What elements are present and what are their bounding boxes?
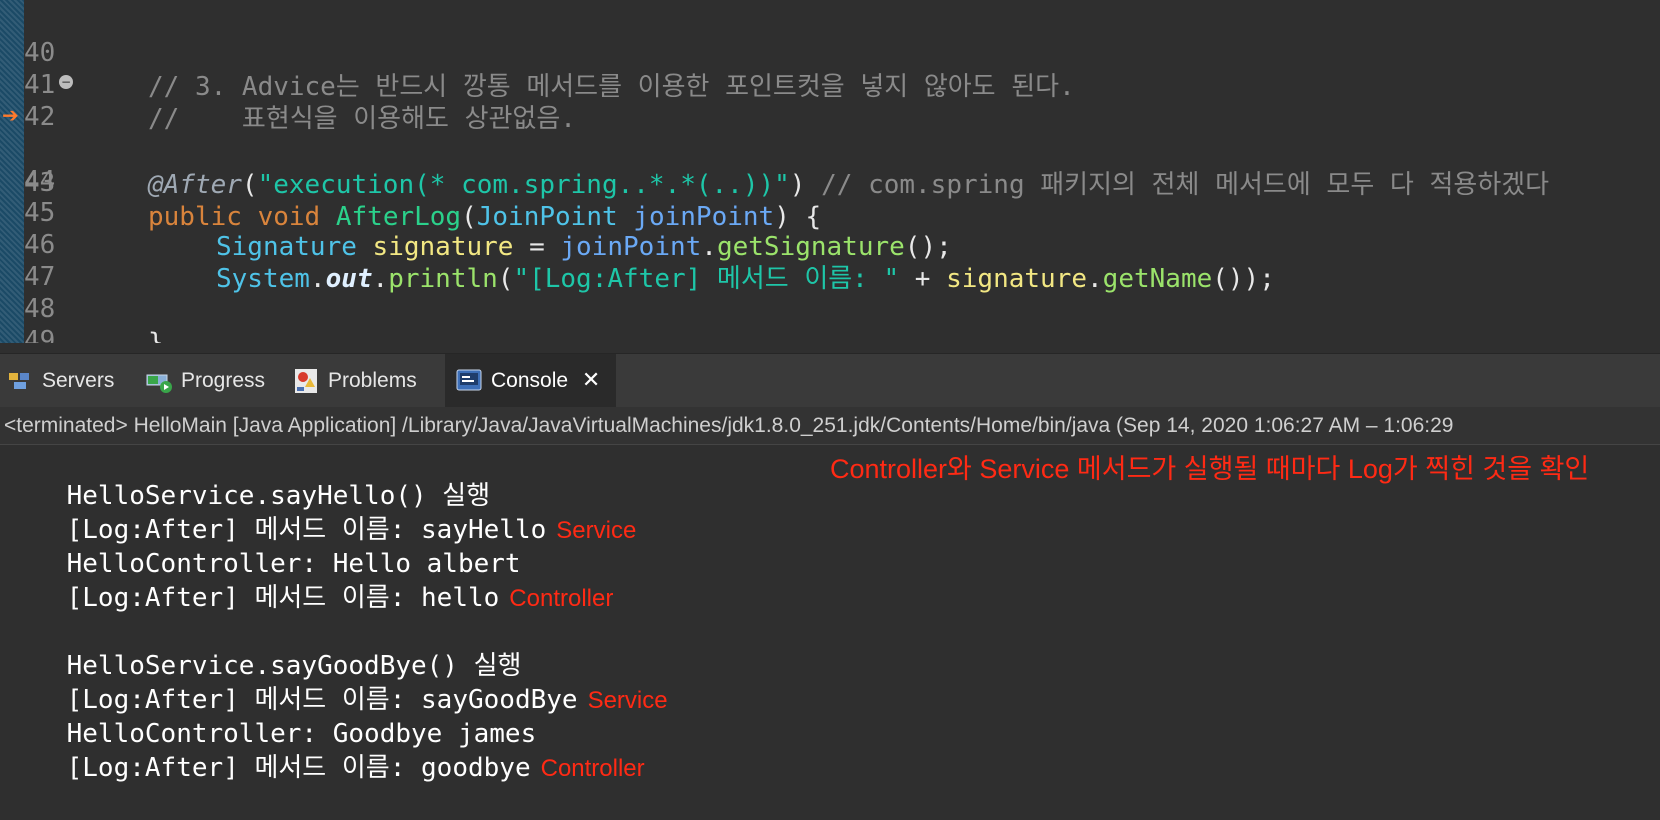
tab-console[interactable]: Console ✕	[445, 354, 617, 408]
code-punct: ) {	[774, 202, 822, 232]
annotation-note: Service	[587, 687, 668, 714]
debug-arrow-icon[interactable]: ➔	[2, 104, 24, 126]
string-literal: "execution(* com.spring..*.*(..))"	[257, 170, 790, 200]
code-punct: (	[461, 202, 477, 232]
method-call: getName	[1102, 264, 1213, 294]
console-text: [Log:After] 메서드 이름: hello	[66, 583, 500, 613]
console-line: [Log:After] 메서드 이름: sayHello Service	[4, 479, 637, 545]
variable: signature	[946, 264, 1088, 294]
code-punct: (	[241, 170, 258, 200]
type-name: Signature	[216, 232, 357, 262]
code-punct: .	[309, 264, 326, 294]
code-brace: }	[148, 328, 164, 343]
code-line-48: 48 }	[0, 258, 164, 343]
console-line: [Log:After] 메서드 이름: goodbye Controller	[4, 717, 645, 783]
type-name: System	[216, 264, 310, 294]
code-punct: .	[701, 232, 717, 262]
method-name: AfterLog	[335, 202, 462, 232]
console-line: [Log:After] 메서드 이름: sayGoodBye Service	[4, 649, 668, 715]
tab-label: Progress	[181, 369, 266, 392]
code-punct: =	[513, 232, 561, 262]
tab-label: Console	[491, 369, 569, 392]
console-icon	[455, 367, 483, 395]
console-line: HelloService.sayGoodBye() 실행	[4, 615, 522, 681]
code-comment: // 표현식을 이용해도 상관없음.	[148, 104, 576, 134]
annotation-headline: Controller와 Service 메서드가 실행될 때마다 Log가 찍힌…	[830, 454, 1590, 484]
code-punct: ();	[904, 232, 952, 262]
code-line-44: 44	[0, 130, 63, 196]
code-line-46: 46 System.out.println("[Log:After] 메서드 이…	[0, 194, 1275, 294]
servers-icon	[6, 367, 34, 395]
console-output[interactable]: Controller와 Service 메서드가 실행될 때마다 Log가 찍힌…	[0, 445, 1660, 783]
code-line-43: ➔ 43 public void AfterLog(JoinPoint join…	[0, 98, 821, 232]
method-call: getSignature	[716, 232, 905, 262]
code-line-42: 42 − @After("execution(* com.spring..*.*…	[0, 66, 1549, 200]
console-status-line: <terminated> HelloMain [Java Application…	[0, 407, 1660, 445]
string-literal: "[Log:After] 메서드 이름: "	[513, 264, 900, 294]
code-comment: // 3. Advice는 반드시 깡통 메서드를 이용한 포인트컷을 넣지 않…	[148, 72, 1075, 102]
code-punct: +	[899, 264, 947, 294]
view-tab-bar: Servers Progress Problems Console ✕	[0, 353, 1660, 408]
parameter: joinPoint	[633, 202, 775, 232]
code-line-49: 49	[0, 290, 63, 343]
annotation-note: Service	[556, 517, 637, 544]
code-line-41: 41 // 표현식을 이용해도 상관없음.	[0, 34, 576, 134]
code-punct: .	[372, 264, 389, 294]
annotation: @After	[148, 170, 242, 200]
code-punct: ());	[1212, 264, 1275, 294]
progress-icon	[145, 367, 173, 395]
code-punct: .	[1087, 264, 1103, 294]
console-line: HelloController: Hello albert	[4, 513, 521, 579]
code-line-45: 45 Signature signature = joinPoint.getSi…	[0, 162, 952, 262]
tab-progress[interactable]: Progress	[145, 354, 265, 408]
annotation-note: Controller	[540, 755, 645, 782]
code-editor[interactable]: 40 // 3. Advice는 반드시 깡통 메서드를 이용한 포인트컷을 넣…	[0, 0, 1660, 343]
tab-problems[interactable]: Problems	[292, 354, 417, 408]
method-call: println	[388, 264, 498, 294]
code-line-47: 47	[0, 226, 63, 292]
console-text: [Log:After] 메서드 이름: goodbye	[66, 753, 531, 783]
problems-icon	[292, 367, 320, 395]
tab-servers[interactable]: Servers	[6, 354, 114, 408]
console-line: HelloController: Goodbye james	[4, 683, 537, 749]
close-icon[interactable]: ✕	[580, 370, 602, 392]
variable: signature	[372, 232, 514, 262]
code-punct: )	[789, 170, 806, 200]
keyword: void	[257, 202, 321, 232]
tab-label: Servers	[42, 369, 115, 392]
keyword: public	[148, 202, 242, 232]
tab-label: Problems	[328, 369, 417, 392]
annotation-note: Controller	[509, 585, 614, 612]
code-punct: (	[497, 264, 514, 294]
console-line: [Log:After] 메서드 이름: hello Controller	[4, 547, 614, 613]
type-name: JoinPoint	[476, 202, 618, 232]
console-line: HelloService.sayHello() 실행	[4, 445, 491, 511]
code-line-40: 40 // 3. Advice는 반드시 깡통 메서드를 이용한 포인트컷을 넣…	[0, 2, 1075, 102]
static-field: out	[325, 264, 373, 294]
code-comment: // com.spring 패키지의 전체 메서드에 모두 다 적용하겠다	[805, 170, 1550, 200]
line-number: 49	[24, 326, 56, 343]
parameter: joinPoint	[560, 232, 702, 262]
collapse-fold-icon[interactable]: −	[59, 75, 73, 89]
